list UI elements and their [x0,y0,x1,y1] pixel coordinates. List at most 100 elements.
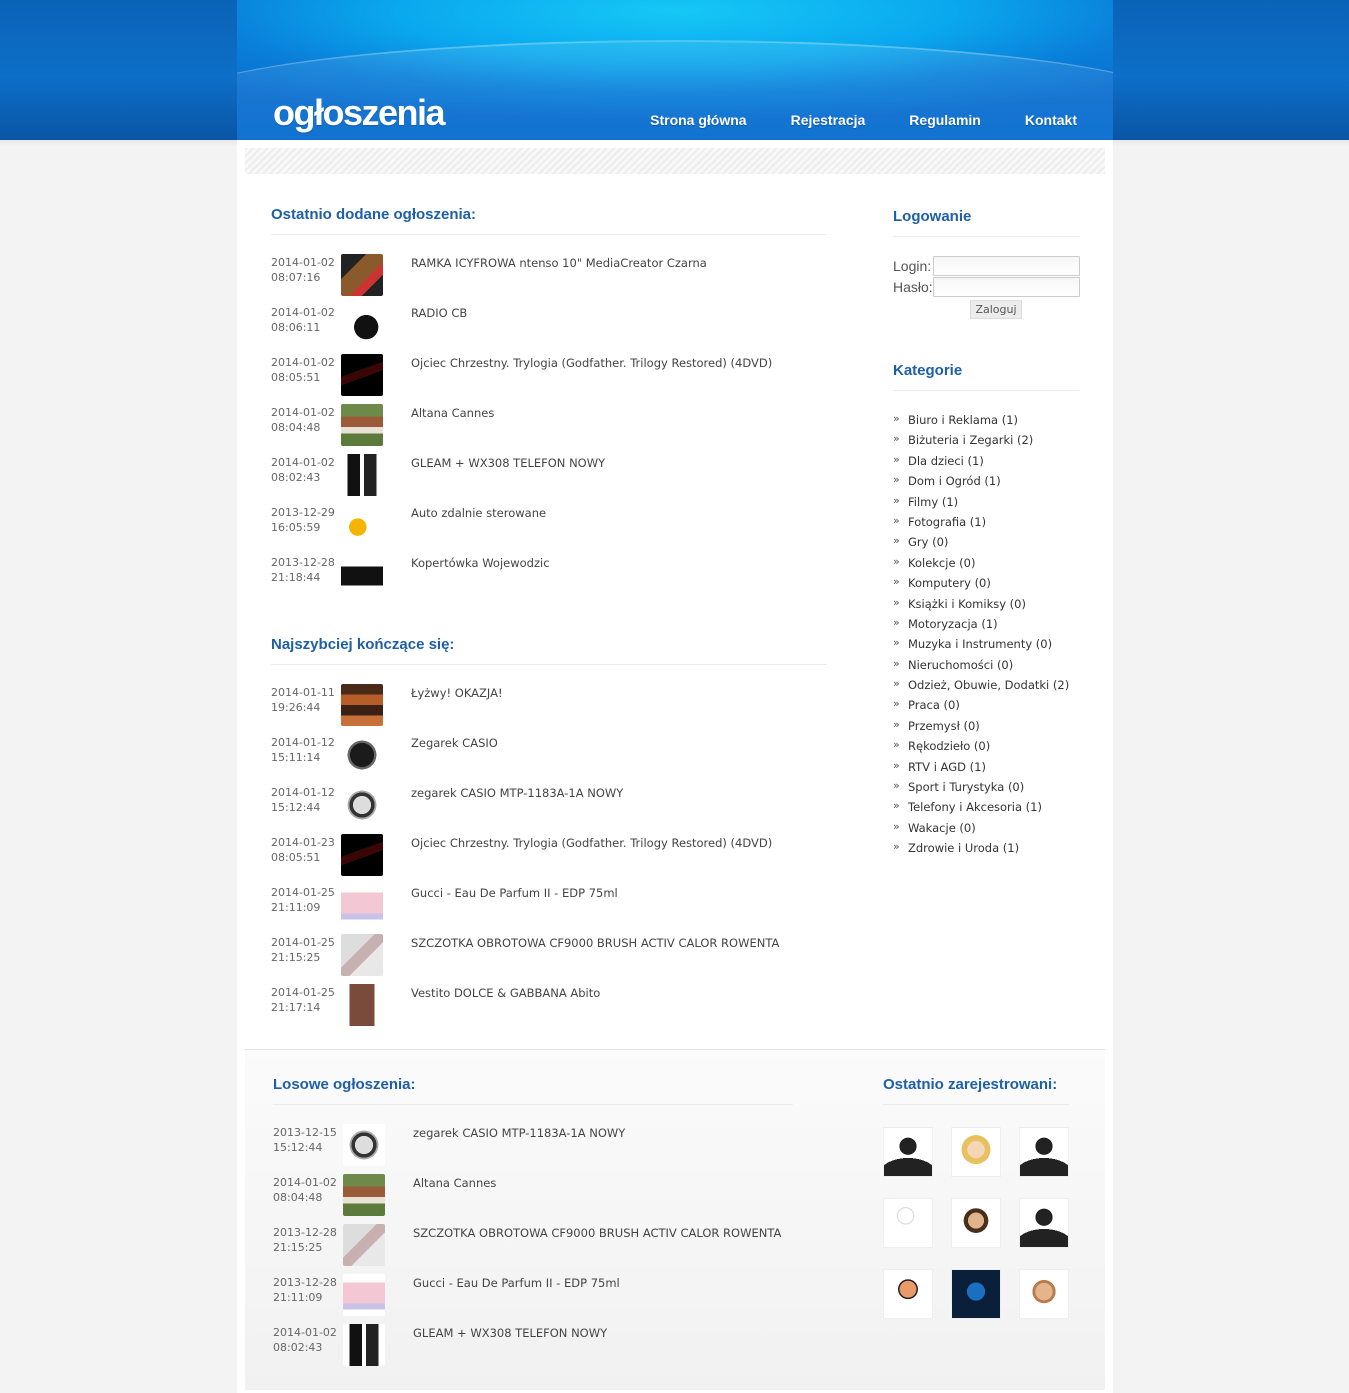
ad-date-day: 2014-01-02 [271,406,335,419]
category-item[interactable]: Przemysł (0) [893,718,1079,739]
ad-item: 2014-01-02 08:02:43 GLEAM + WX308 TELEFON … [273,1322,793,1372]
ad-title-wrap: RAMKA ICYFROWA ntenso 10" MediaCreator C… [411,252,707,270]
ad-title-link[interactable]: GLEAM + WX308 TELEFON NOWY [413,1326,607,1340]
category-item[interactable]: Sport i Turystyka (0) [893,779,1079,800]
ad-date: 2014-01-02 08:05:51 [271,352,341,385]
login-input[interactable] [932,255,1080,276]
ad-title-link[interactable]: Auto zdalnie sterowane [411,506,546,520]
ad-thumbnail[interactable] [341,504,383,546]
ad-date: 2014-01-11 19:26:44 [271,682,341,715]
ad-thumbnail[interactable] [341,984,383,1026]
category-item[interactable]: Zdrowie i Uroda (1) [893,840,1079,861]
ad-thumbnail[interactable] [341,734,383,776]
ad-title-link[interactable]: Altana Cannes [411,406,494,420]
ad-thumbnail[interactable] [341,554,383,596]
ad-title-link[interactable]: Ojciec Chrzestny. Trylogia (Godfather. T… [411,356,772,370]
ad-date-day: 2014-01-02 [271,356,335,369]
ad-thumbnail[interactable] [341,684,383,726]
login-button[interactable]: Zaloguj [970,300,1022,319]
ad-date-time: 15:11:14 [271,751,321,764]
category-item[interactable]: Dom i Ogród (1) [893,473,1079,494]
category-item[interactable]: Gry (0) [893,534,1079,555]
user-avatar[interactable] [951,1269,1001,1319]
ad-title-link[interactable]: Vestito DOLCE & GABBANA Abito [411,986,600,1000]
login-form: Login: Hasło: Zaloguj [893,255,1080,319]
login-label: Login: [893,257,932,274]
ad-thumbnail[interactable] [343,1124,385,1166]
ad-title-link[interactable]: GLEAM + WX308 TELEFON NOWY [411,456,605,470]
category-item[interactable]: Rękodzieło (0) [893,738,1079,759]
ad-title-wrap: SZCZOTKA OBROTOWA CF9000 BRUSH ACTIV CAL… [413,1222,781,1240]
ad-title-wrap: zegarek CASIO MTP-1183A-1A NOWY [413,1122,625,1140]
nav-contact[interactable]: Kontakt [1025,112,1077,128]
ad-thumbnail[interactable] [341,934,383,976]
nav-rules[interactable]: Regulamin [909,112,981,128]
ad-date-day: 2014-01-25 [271,936,335,949]
ad-title-wrap: Vestito DOLCE & GABBANA Abito [411,982,600,1000]
nav-register[interactable]: Rejestracja [791,112,866,128]
category-item[interactable]: Motoryzacja (1) [893,616,1079,637]
category-item[interactable]: Odzież, Obuwie, Dodatki (2) [893,677,1079,698]
category-item[interactable]: RTV i AGD (1) [893,759,1079,780]
ad-thumbnail[interactable] [341,304,383,346]
random-ads-section: Losowe ogłoszenia: 2013-12-15 15:12:44 zeg… [273,1076,793,1372]
ad-title-link[interactable]: RAMKA ICYFROWA ntenso 10" MediaCreator C… [411,256,707,270]
ad-title-link[interactable]: Zegarek CASIO [411,736,498,750]
category-item[interactable]: Nieruchomości (0) [893,657,1079,678]
ad-item: 2013-12-28 21:11:09 Gucci - Eau De Parfum … [273,1272,793,1322]
ad-title-link[interactable]: Kopertówka Wojewodzic [411,556,550,570]
category-item[interactable]: Muzyka i Instrumenty (0) [893,636,1079,657]
ad-thumbnail[interactable] [343,1274,385,1316]
ad-thumbnail[interactable] [341,404,383,446]
user-avatar[interactable] [883,1198,933,1248]
user-avatar[interactable] [883,1127,933,1177]
ad-date-day: 2013-12-15 [273,1126,337,1139]
user-avatar[interactable] [1019,1127,1069,1177]
ad-title-link[interactable]: zegarek CASIO MTP-1183A-1A NOWY [411,786,623,800]
ad-title-link[interactable]: SZCZOTKA OBROTOWA CF9000 BRUSH ACTIV CAL… [411,936,779,950]
avatar-grid [883,1127,1069,1319]
user-avatar[interactable] [1019,1198,1069,1248]
ad-thumbnail[interactable] [341,884,383,926]
ad-thumbnail[interactable] [341,454,383,496]
category-item[interactable]: Fotografia (1) [893,514,1079,535]
user-avatar[interactable] [883,1269,933,1319]
ad-thumbnail[interactable] [341,784,383,826]
category-item[interactable]: Biżuteria i Zegarki (2) [893,432,1079,453]
ad-title-link[interactable]: Ojciec Chrzestny. Trylogia (Godfather. T… [411,836,772,850]
category-item[interactable]: Biuro i Reklama (1) [893,412,1079,433]
nav-home[interactable]: Strona główna [650,112,746,128]
category-item[interactable]: Kolekcje (0) [893,555,1079,576]
category-item[interactable]: Dla dzieci (1) [893,453,1079,474]
ad-date: 2014-01-25 21:15:25 [271,932,341,965]
category-item[interactable]: Filmy (1) [893,494,1079,515]
user-avatar[interactable] [951,1198,1001,1248]
ad-thumbnail[interactable] [343,1324,385,1366]
site-logo[interactable]: ogłoszenia [273,92,446,134]
ad-title-link[interactable]: Łyżwy! OKAZJA! [411,686,503,700]
category-item[interactable]: Komputery (0) [893,575,1079,596]
ad-title-wrap: GLEAM + WX308 TELEFON NOWY [413,1322,607,1340]
ad-thumbnail[interactable] [341,254,383,296]
ad-title-link[interactable]: SZCZOTKA OBROTOWA CF9000 BRUSH ACTIV CAL… [413,1226,781,1240]
ad-thumbnail[interactable] [343,1174,385,1216]
ad-title-link[interactable]: Altana Cannes [413,1176,496,1190]
password-input[interactable] [932,276,1080,297]
user-avatar[interactable] [951,1127,1001,1177]
ad-item: 2013-12-28 21:15:25 SZCZOTKA OBROTOWA CF90… [273,1222,793,1272]
ad-title-link[interactable]: RADIO CB [411,306,467,320]
ad-thumbnail[interactable] [341,834,383,876]
category-item[interactable]: Telefony i Akcesoria (1) [893,799,1079,820]
ad-title-link[interactable]: Gucci - Eau De Parfum II - EDP 75ml [413,1276,620,1290]
ad-thumbnail[interactable] [343,1224,385,1266]
ad-title-link[interactable]: Gucci - Eau De Parfum II - EDP 75ml [411,886,618,900]
category-item[interactable]: Praca (0) [893,697,1079,718]
user-avatar[interactable] [1019,1269,1069,1319]
recent-ads-section: Ostatnio dodane ogłoszenia: 2014-01-02 08… [271,206,827,602]
category-item[interactable]: Wakacje (0) [893,820,1079,841]
ad-title-wrap: Altana Cannes [413,1172,496,1190]
ad-thumbnail[interactable] [341,354,383,396]
ad-item: 2013-12-28 21:18:44 Kopertówka Wojewodzic [271,552,827,602]
ad-title-link[interactable]: zegarek CASIO MTP-1183A-1A NOWY [413,1126,625,1140]
category-item[interactable]: Książki i Komiksy (0) [893,595,1079,617]
